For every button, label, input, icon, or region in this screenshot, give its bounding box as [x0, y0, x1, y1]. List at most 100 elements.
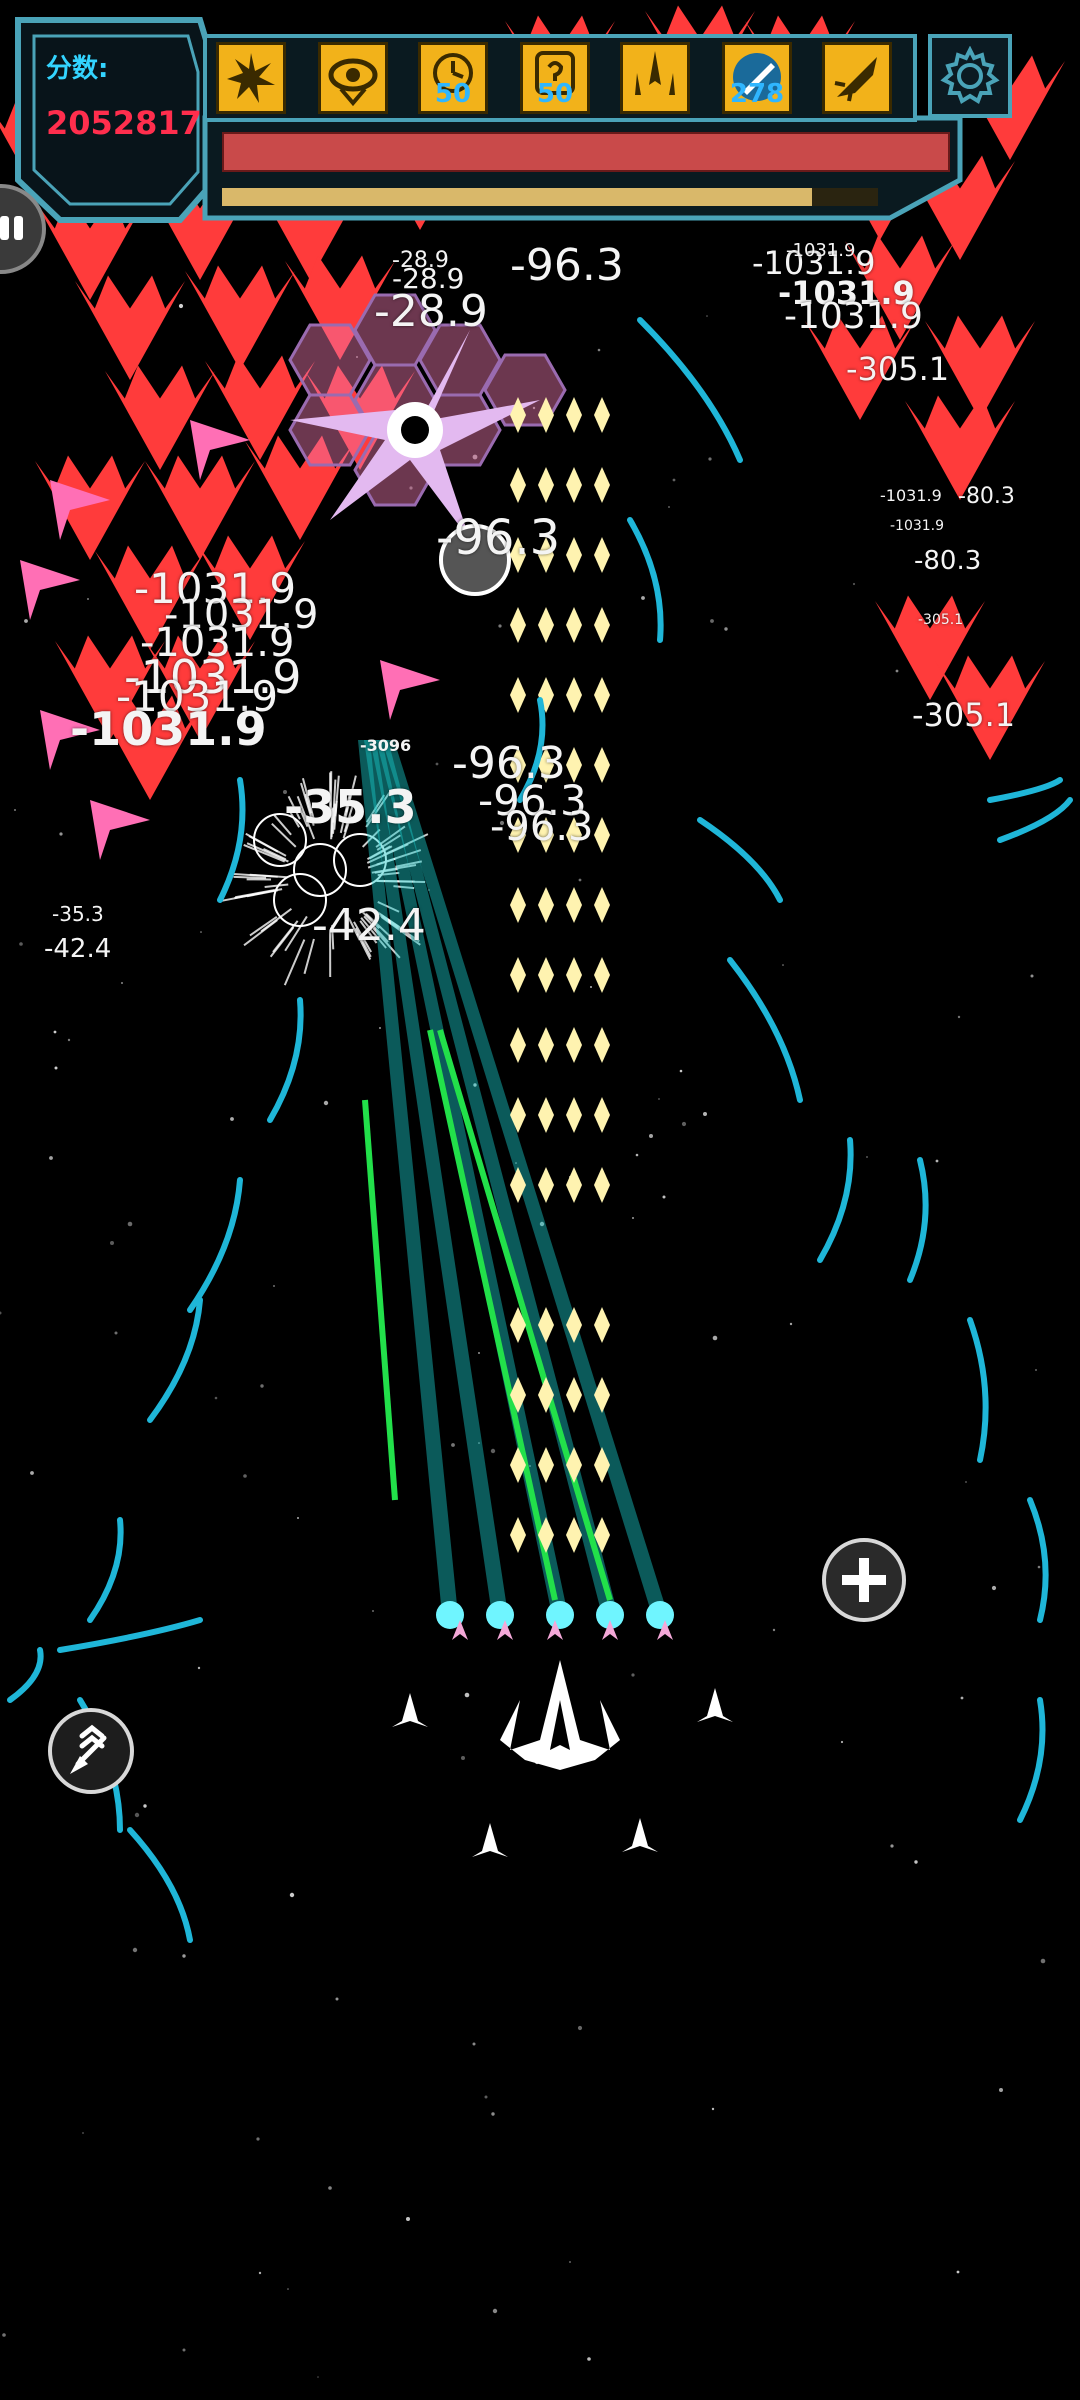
energy-bar-fill — [222, 188, 813, 206]
player-bullet — [594, 607, 610, 643]
star — [110, 1241, 114, 1245]
star — [372, 1610, 374, 1612]
cyan-streak — [997, 797, 1073, 843]
star — [379, 1027, 381, 1029]
cyan-streak — [817, 1137, 854, 1263]
star — [710, 619, 714, 623]
player-bullet — [566, 677, 582, 713]
player-bullet — [566, 1377, 582, 1413]
star — [451, 1443, 455, 1447]
damage-number: -1031.9 — [786, 240, 856, 261]
skill-slot-3[interactable]: 50 — [418, 42, 488, 114]
star — [121, 982, 123, 984]
skill-slot-1[interactable] — [216, 42, 286, 114]
skill-slot-4[interactable]: 50 — [520, 42, 590, 114]
player-bullet — [538, 1097, 554, 1133]
star — [273, 1285, 275, 1287]
star — [712, 1335, 718, 1341]
add-button[interactable] — [822, 1538, 906, 1622]
star — [484, 2095, 488, 2099]
settings-button[interactable] — [928, 34, 1012, 118]
star — [287, 2288, 289, 2290]
star — [772, 1628, 776, 1632]
star — [960, 1696, 964, 1700]
player-bullet — [594, 677, 610, 713]
cyan-streak — [127, 1827, 193, 1943]
impact-spark — [249, 916, 278, 937]
wingmen-icon — [635, 51, 675, 95]
damage-number: -35.3 — [52, 902, 104, 926]
star — [789, 1322, 793, 1326]
star — [1035, 1369, 1037, 1371]
star — [0, 1311, 2, 1315]
damage-number: -305.1 — [918, 612, 964, 628]
star — [132, 1947, 138, 1953]
enemy-ship — [35, 455, 145, 560]
damage-number: -42.4 — [44, 934, 112, 964]
star — [335, 1997, 339, 2001]
star — [328, 2186, 332, 2190]
pause-icon — [0, 216, 23, 240]
energy-bar — [222, 188, 878, 206]
player-bullet — [594, 887, 610, 923]
star — [491, 2112, 495, 2116]
skill-slot-7[interactable] — [822, 42, 892, 114]
damage-number: -96.3 — [436, 510, 561, 566]
eye-shield-icon — [328, 58, 378, 107]
star — [214, 1396, 218, 1400]
cyan-streak — [727, 957, 803, 1103]
player-bullet — [510, 957, 526, 993]
star — [1037, 1565, 1041, 1569]
star — [127, 1221, 133, 1227]
laser-beam — [370, 740, 568, 1615]
star — [67, 1038, 71, 1042]
star — [317, 2376, 319, 2378]
player-bullet — [566, 1167, 582, 1203]
damage-number: -96.3 — [510, 240, 624, 291]
boost-button[interactable] — [48, 1708, 134, 1794]
star — [49, 1156, 53, 1160]
star — [679, 1069, 683, 1073]
star — [182, 2348, 186, 2352]
player-bullet — [566, 1097, 582, 1133]
boss-core-center — [401, 416, 429, 444]
damage-number: -1031.9 — [880, 486, 942, 505]
health-bar-fill — [224, 134, 948, 170]
skill-count: 278 — [729, 79, 785, 109]
player-bullet — [594, 467, 610, 503]
player-bullet — [566, 957, 582, 993]
muzzle-flash — [486, 1601, 514, 1629]
star — [54, 1066, 58, 1070]
star — [53, 1030, 57, 1034]
star — [461, 1756, 465, 1760]
star — [957, 1015, 961, 1019]
wingman-ship — [697, 1688, 733, 1722]
player-bullet — [566, 887, 582, 923]
star — [706, 315, 708, 317]
star — [703, 1112, 707, 1116]
cyan-streak — [57, 1617, 203, 1653]
player-bullet — [566, 537, 582, 573]
star — [30, 1471, 34, 1475]
skill-slot-6[interactable]: 278 — [722, 42, 792, 114]
impact-spark — [233, 875, 267, 879]
player-bullet — [594, 537, 610, 573]
star — [490, 1448, 496, 1454]
star — [14, 809, 16, 811]
player-bullet — [594, 747, 610, 783]
skill-slot-5[interactable] — [620, 42, 690, 114]
game-screen[interactable]: 分数: 2052817 50 50 278 -28.9 -28.9 -28.9 -96.3… — [0, 0, 1080, 2400]
player-bullet — [594, 397, 610, 433]
cyan-streak — [987, 777, 1063, 803]
player-bullet — [594, 1027, 610, 1063]
pink-enemy — [380, 660, 440, 720]
star — [681, 1121, 687, 1127]
skill-count: 50 — [536, 79, 574, 109]
damage-number: -80.3 — [958, 484, 1015, 509]
cyan-streak — [907, 1157, 929, 1283]
star — [59, 832, 63, 836]
impact-spark — [264, 883, 289, 889]
player-bullet — [594, 817, 610, 853]
star — [182, 1954, 186, 1958]
skill-slot-2[interactable] — [318, 42, 388, 114]
